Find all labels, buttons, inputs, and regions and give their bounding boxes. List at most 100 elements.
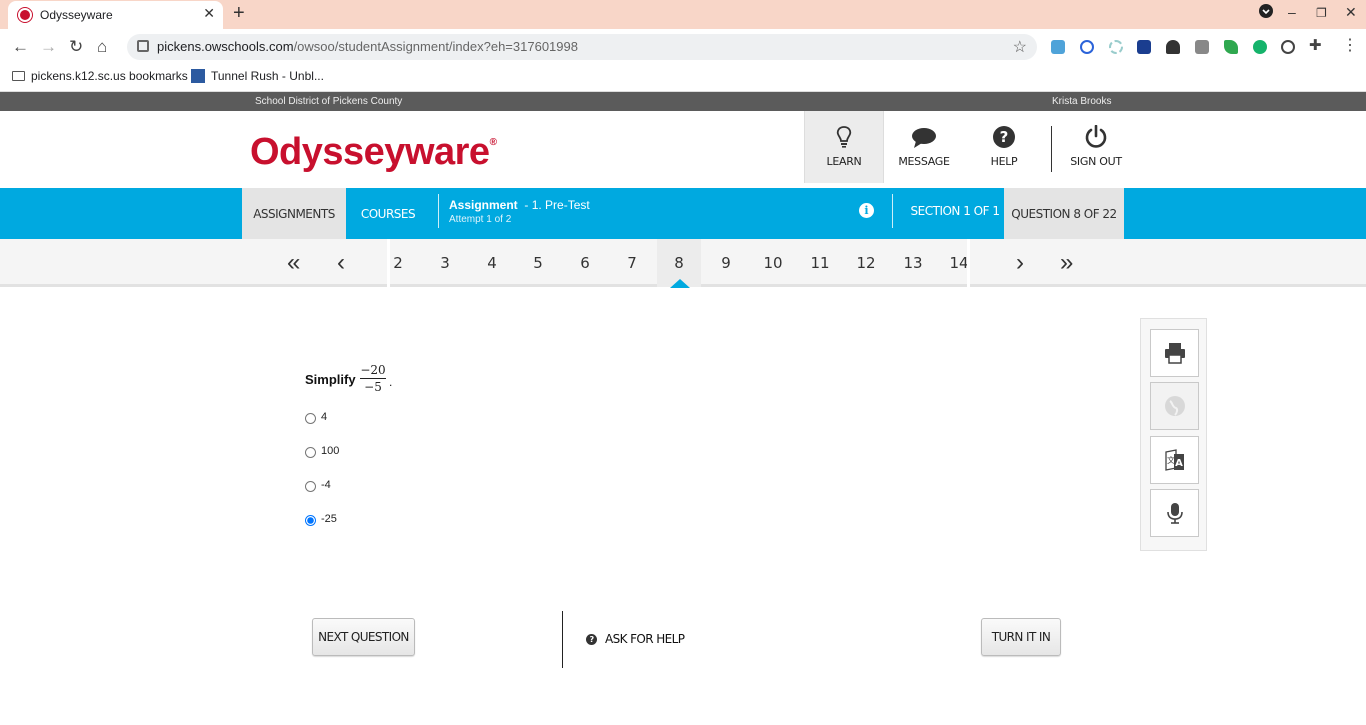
section-indicator: SECTION 1 OF 1 — [910, 204, 1000, 218]
tools-panel: A文 — [1140, 318, 1207, 551]
bookmark-tunnel-rush[interactable]: Tunnel Rush - Unbl... — [191, 69, 324, 83]
page-8[interactable]: 8 — [664, 254, 694, 272]
close-tab-icon[interactable]: ✕ — [203, 5, 215, 22]
answer-label-1: 4 — [321, 411, 328, 423]
new-tab-icon[interactable]: + — [233, 2, 245, 25]
answer-radio-3[interactable] — [305, 481, 316, 492]
help-circle-icon: ? — [586, 634, 597, 645]
user-name: Krista Brooks — [1052, 96, 1112, 107]
grammarly-icon[interactable] — [1253, 40, 1267, 54]
prev-page-icon[interactable]: ‹ — [337, 249, 345, 277]
extension-copy-icon[interactable] — [1195, 40, 1209, 54]
bookmarks-bar: pickens.k12.sc.us bookmarks Tunnel Rush … — [0, 64, 1366, 92]
extension-leaf-icon[interactable] — [1224, 40, 1238, 54]
page-13[interactable]: 13 — [898, 254, 928, 272]
translate-globe-button[interactable] — [1150, 382, 1199, 430]
answer-label-2: 100 — [321, 445, 340, 457]
extension-loader-icon[interactable] — [1109, 40, 1123, 54]
nav-help[interactable]: ? HELP — [964, 111, 1044, 183]
profile-icon[interactable] — [1259, 4, 1273, 21]
page-10[interactable]: 10 — [758, 254, 788, 272]
extension-spy-icon[interactable] — [1166, 40, 1180, 54]
page-3[interactable]: 3 — [430, 254, 460, 272]
translate-icon: A文 — [1165, 449, 1184, 471]
last-page-icon[interactable]: » — [1060, 249, 1073, 277]
browser-tab-bar: Odysseyware ✕ + – ❐ ✕ — [0, 0, 1366, 29]
bookmark-star-icon[interactable]: ☆ — [1013, 37, 1027, 57]
nav-message[interactable]: MESSAGE — [884, 111, 964, 183]
extension-cloud-icon[interactable] — [1051, 40, 1065, 54]
header-divider — [1051, 126, 1052, 172]
extension-square-icon[interactable] — [1137, 40, 1151, 54]
restore-icon[interactable]: ❐ — [1316, 6, 1327, 20]
tab-courses[interactable]: COURSES — [346, 188, 430, 239]
attempt-text: Attempt 1 of 2 — [449, 214, 512, 225]
printer-icon — [1165, 343, 1185, 364]
bookmark-folder[interactable]: pickens.k12.sc.us bookmarks — [12, 69, 188, 83]
text-to-speech-button[interactable] — [1150, 489, 1199, 537]
first-page-icon[interactable]: « — [287, 249, 300, 277]
back-icon[interactable]: ← — [12, 37, 29, 57]
answer-radio-2[interactable] — [305, 447, 316, 458]
svg-text:?: ? — [1000, 128, 1009, 146]
assignment-bar: ASSIGNMENTS COURSES Assignment - 1. Pre-… — [0, 188, 1366, 239]
district-name: School District of Pickens County — [255, 96, 403, 107]
forward-icon[interactable]: → — [40, 37, 57, 57]
extensions-puzzle-icon[interactable]: ✚ — [1309, 36, 1322, 54]
speech-bubble-icon — [884, 123, 964, 149]
question-fraction: −20 −5 — [360, 363, 386, 394]
page-11[interactable]: 11 — [805, 254, 835, 272]
extension-shield-icon[interactable] — [1080, 40, 1094, 54]
question-period: . — [389, 375, 393, 389]
home-icon[interactable]: ⌂ — [97, 37, 107, 57]
address-bar[interactable]: pickens.owschools.com/owsoo/studentAssig… — [127, 34, 1037, 60]
page-9[interactable]: 9 — [711, 254, 741, 272]
ask-for-help-link[interactable]: ? ASK FOR HELP — [586, 632, 685, 646]
answer-label-3: -4 — [321, 479, 331, 491]
page-5[interactable]: 5 — [523, 254, 553, 272]
print-button[interactable] — [1150, 329, 1199, 377]
pager-divider — [967, 239, 970, 287]
svg-text:文: 文 — [1167, 455, 1175, 465]
power-icon — [1056, 123, 1136, 149]
globe-icon — [1165, 396, 1185, 416]
page-4[interactable]: 4 — [477, 254, 507, 272]
browser-toolbar: ← → ↻ ⌂ pickens.owschools.com/owsoo/stud… — [0, 29, 1366, 64]
extension-gauge-icon[interactable] — [1281, 40, 1295, 54]
url-text: pickens.owschools.com/owsoo/studentAssig… — [157, 39, 578, 54]
info-icon[interactable]: i — [859, 203, 874, 218]
fraction-denominator: −5 — [364, 380, 382, 394]
tab-assignments[interactable]: ASSIGNMENTS — [242, 188, 346, 239]
odysseyware-logo[interactable]: Odysseyware® — [250, 131, 497, 174]
site-info-icon[interactable] — [137, 40, 149, 52]
answer-label-4: -25 — [321, 513, 337, 525]
nav-learn[interactable]: LEARN — [804, 111, 884, 183]
actions-divider — [562, 611, 563, 668]
folder-icon — [12, 71, 25, 81]
browser-menu-icon[interactable]: ⋮ — [1342, 35, 1358, 55]
page-12[interactable]: 12 — [851, 254, 881, 272]
browser-tab[interactable]: Odysseyware ✕ — [8, 1, 223, 29]
district-strip: School District of Pickens County Krista… — [0, 92, 1366, 111]
page-2[interactable]: 2 — [383, 254, 413, 272]
page-6[interactable]: 6 — [570, 254, 600, 272]
next-question-button[interactable]: NEXT QUESTION — [312, 618, 415, 656]
page-7[interactable]: 7 — [617, 254, 647, 272]
bar-divider — [438, 194, 439, 228]
nav-sign-out[interactable]: SIGN OUT — [1056, 111, 1136, 183]
turn-it-in-button[interactable]: TURN IT IN — [981, 618, 1061, 656]
answer-radio-1[interactable] — [305, 413, 316, 424]
assignment-title: Assignment - 1. Pre-Test — [449, 198, 590, 212]
reload-icon[interactable]: ↻ — [69, 37, 83, 57]
minimize-icon[interactable]: – — [1288, 4, 1296, 20]
window-close-icon[interactable]: ✕ — [1345, 4, 1357, 21]
answer-radio-4[interactable] — [305, 515, 316, 526]
microphone-icon — [1167, 503, 1183, 524]
fraction-numerator: −20 — [360, 363, 386, 379]
odysseyware-favicon-icon — [18, 8, 32, 22]
translate-button[interactable]: A文 — [1150, 436, 1199, 484]
current-page-caret — [670, 279, 690, 288]
question-circle-icon: ? — [964, 123, 1044, 149]
site-header: Odysseyware® LEARN MESSAGE ? HELP SIGN O… — [0, 111, 1366, 188]
next-page-icon[interactable]: › — [1016, 249, 1024, 277]
